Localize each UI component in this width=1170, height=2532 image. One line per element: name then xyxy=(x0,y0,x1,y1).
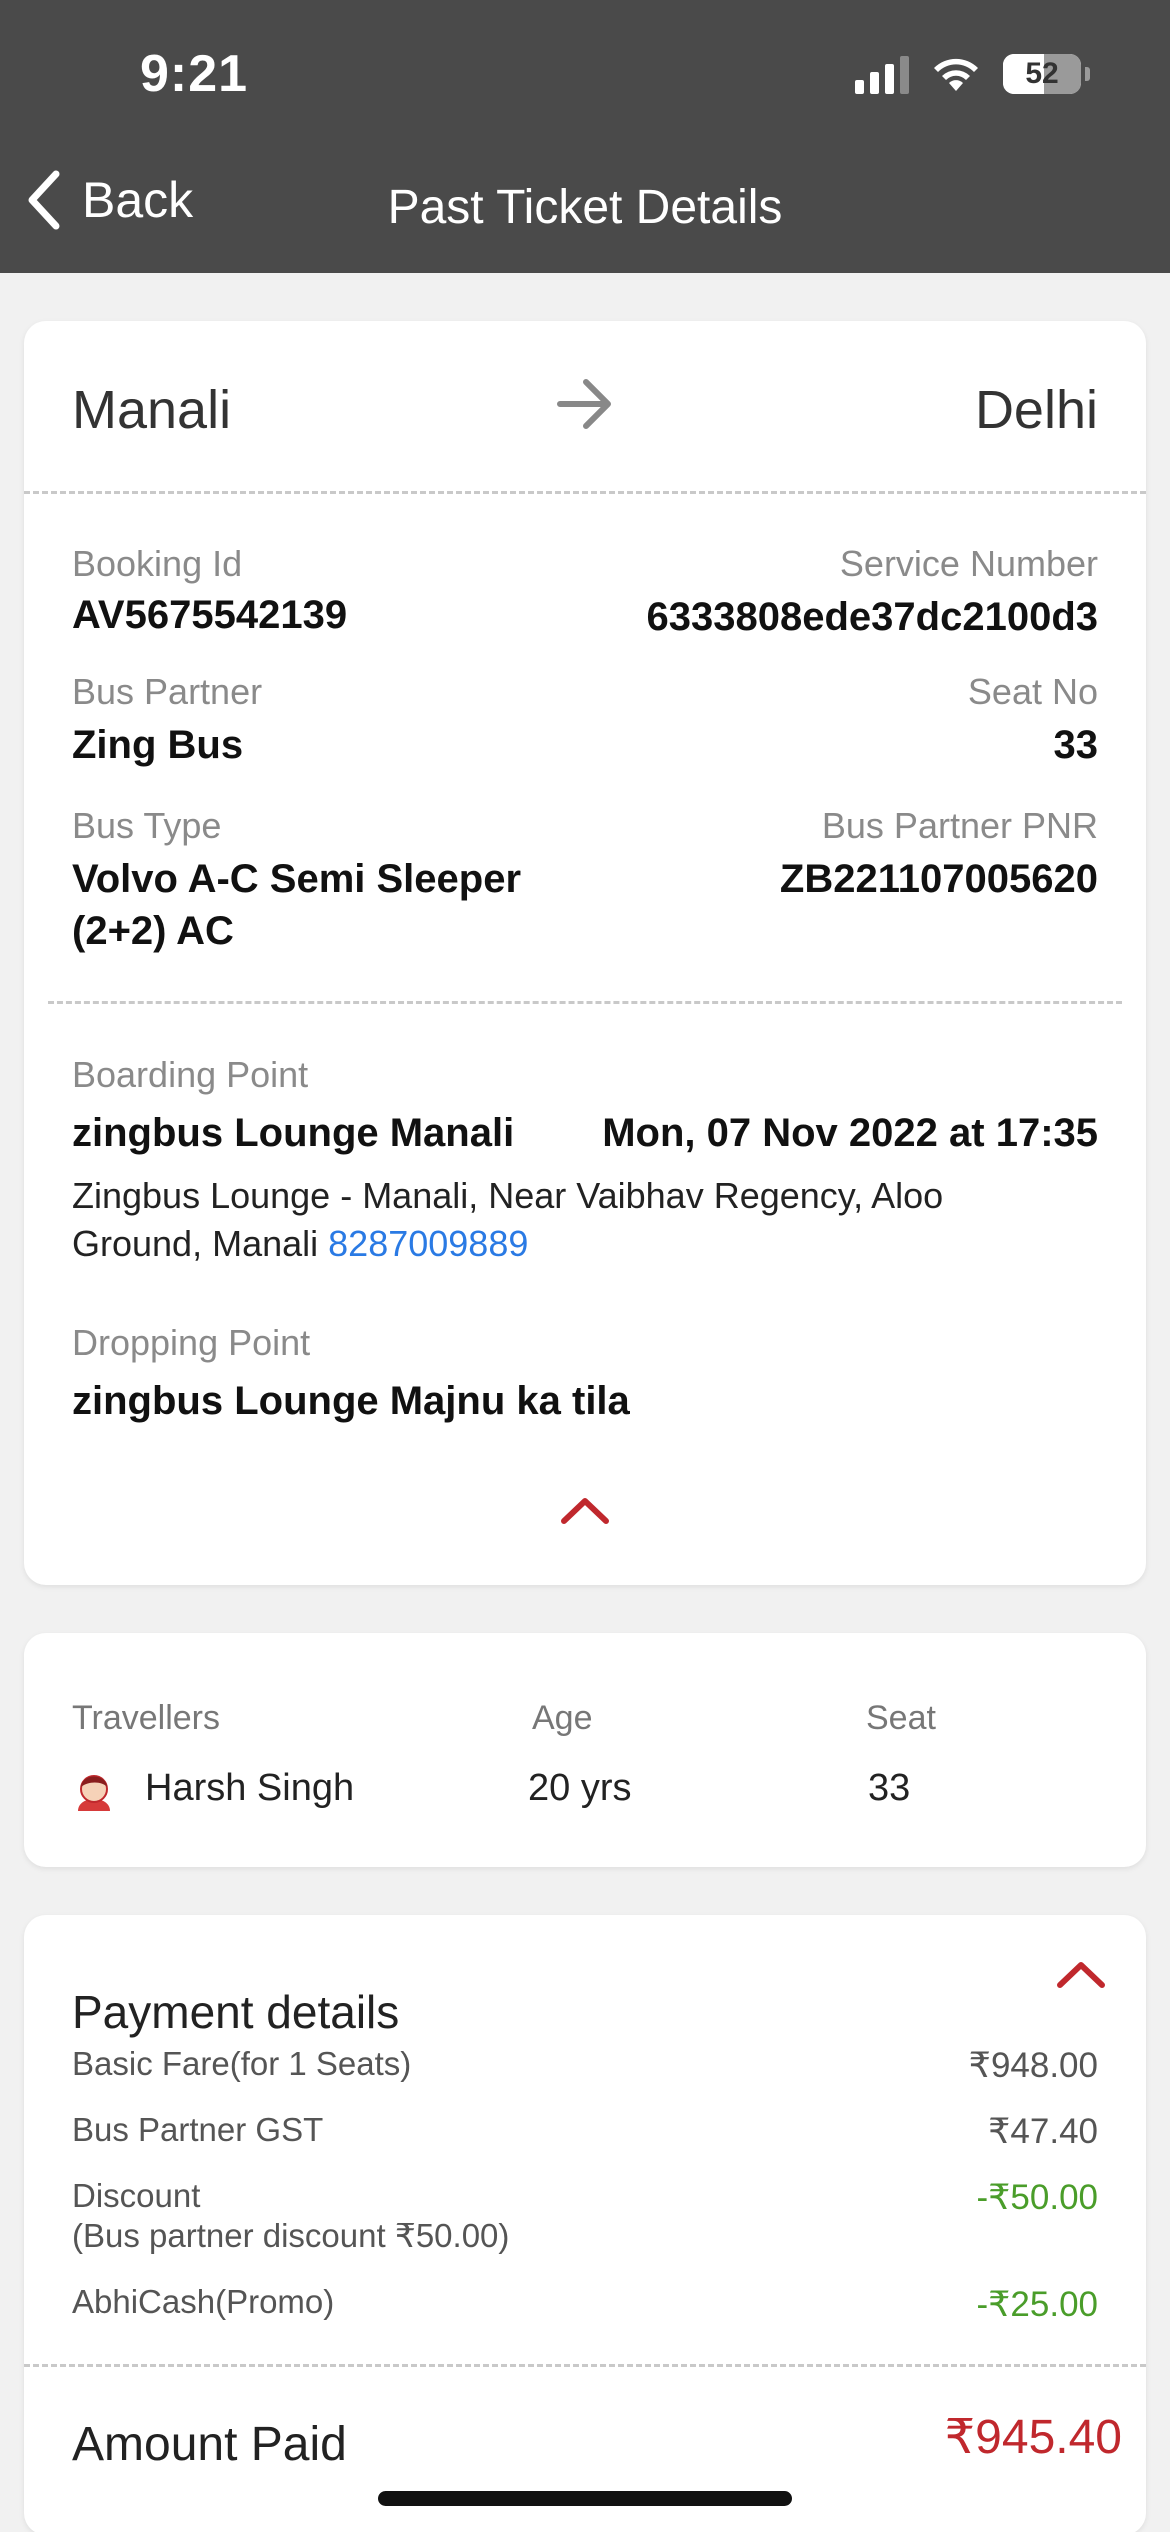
bus-type-label: Bus Type xyxy=(72,805,222,846)
arrow-right-icon xyxy=(557,379,611,429)
cellular-signal-icon xyxy=(855,54,909,94)
gst-label: Bus Partner GST xyxy=(72,2111,324,2148)
pnr-value: ZB221107005620 xyxy=(779,857,1098,901)
bus-type-value-line2: (2+2) AC xyxy=(72,909,234,953)
payment-card: Payment details Basic Fare(for 1 Seats) … xyxy=(24,1915,1146,2532)
boarding-address: Zingbus Lounge - Manali, Near Vaibhav Re… xyxy=(72,1172,1072,1268)
basic-fare-value: ₹948.00 xyxy=(968,2046,1098,2085)
divider xyxy=(48,1001,1122,1004)
travellers-header: Travellers xyxy=(72,1699,220,1737)
boarding-datetime: Mon, 07 Nov 2022 at 17:35 xyxy=(602,1111,1098,1155)
promo-label: AbhiCash(Promo) xyxy=(72,2283,335,2320)
traveller-name: Harsh Singh xyxy=(145,1767,355,1809)
promo-value: -₹25.00 xyxy=(976,2285,1098,2324)
dropping-point-label: Dropping Point xyxy=(72,1322,311,1363)
divider xyxy=(24,2364,1146,2367)
divider xyxy=(24,491,1146,494)
chevron-up-icon[interactable] xyxy=(1056,1957,1106,1991)
amount-paid-label: Amount Paid xyxy=(72,2418,347,2471)
home-indicator[interactable] xyxy=(378,2491,792,2506)
dropping-point-name: zingbus Lounge Majnu ka tila xyxy=(72,1379,630,1423)
service-number-label: Service Number xyxy=(839,543,1098,584)
boarding-phone-link[interactable]: 8287009889 xyxy=(328,1223,528,1264)
origin-city: Manali xyxy=(72,380,232,440)
booking-id-label: Booking Id xyxy=(72,543,243,584)
boarding-point-name: zingbus Lounge Manali xyxy=(72,1111,515,1155)
bus-partner-value: Zing Bus xyxy=(72,723,244,767)
destination-city: Delhi xyxy=(974,380,1098,440)
discount-sublabel: (Bus partner discount ₹50.00) xyxy=(72,2217,510,2254)
traveller-avatar-icon xyxy=(78,1775,110,1811)
page-title: Past Ticket Details xyxy=(387,181,783,234)
boarding-point-label: Boarding Point xyxy=(72,1054,309,1095)
battery-icon: 52 xyxy=(1003,54,1081,94)
status-time: 9:21 xyxy=(140,45,249,103)
status-icons: 52 xyxy=(855,54,1090,94)
payment-details-title: Payment details xyxy=(72,1986,400,2038)
traveller-seat: 33 xyxy=(868,1767,911,1809)
service-number-value: 6333808ede37dc2100d3 xyxy=(646,595,1098,639)
bus-partner-label: Bus Partner xyxy=(72,671,263,712)
seat-no-value: 33 xyxy=(1053,723,1099,767)
seat-header: Seat xyxy=(866,1699,936,1737)
age-header: Age xyxy=(532,1699,593,1737)
chevron-up-icon[interactable] xyxy=(560,1493,610,1527)
discount-value: -₹50.00 xyxy=(976,2178,1098,2217)
wifi-icon xyxy=(934,58,978,91)
bus-type-value-line1: Volvo A-C Semi Sleeper xyxy=(72,857,522,901)
traveller-age: 20 yrs xyxy=(528,1767,632,1809)
amount-paid-value: ₹945.40 xyxy=(944,2411,1122,2464)
ticket-card: Manali Delhi Booking Id AV5675542139 Ser… xyxy=(24,321,1146,1585)
gst-value: ₹47.40 xyxy=(988,2112,1098,2151)
discount-label: Discount xyxy=(72,2177,201,2214)
booking-id-value: AV5675542139 xyxy=(72,593,348,637)
battery-level: 52 xyxy=(1025,57,1059,90)
travellers-card: Travellers Age Seat Harsh Singh 20 yrs 3… xyxy=(24,1633,1146,1867)
seat-no-label: Seat No xyxy=(967,671,1098,712)
app-header: 9:21 52 Back Past Ticket Details xyxy=(0,0,1170,273)
basic-fare-label: Basic Fare(for 1 Seats) xyxy=(72,2045,412,2082)
pnr-label: Bus Partner PNR xyxy=(821,805,1098,846)
